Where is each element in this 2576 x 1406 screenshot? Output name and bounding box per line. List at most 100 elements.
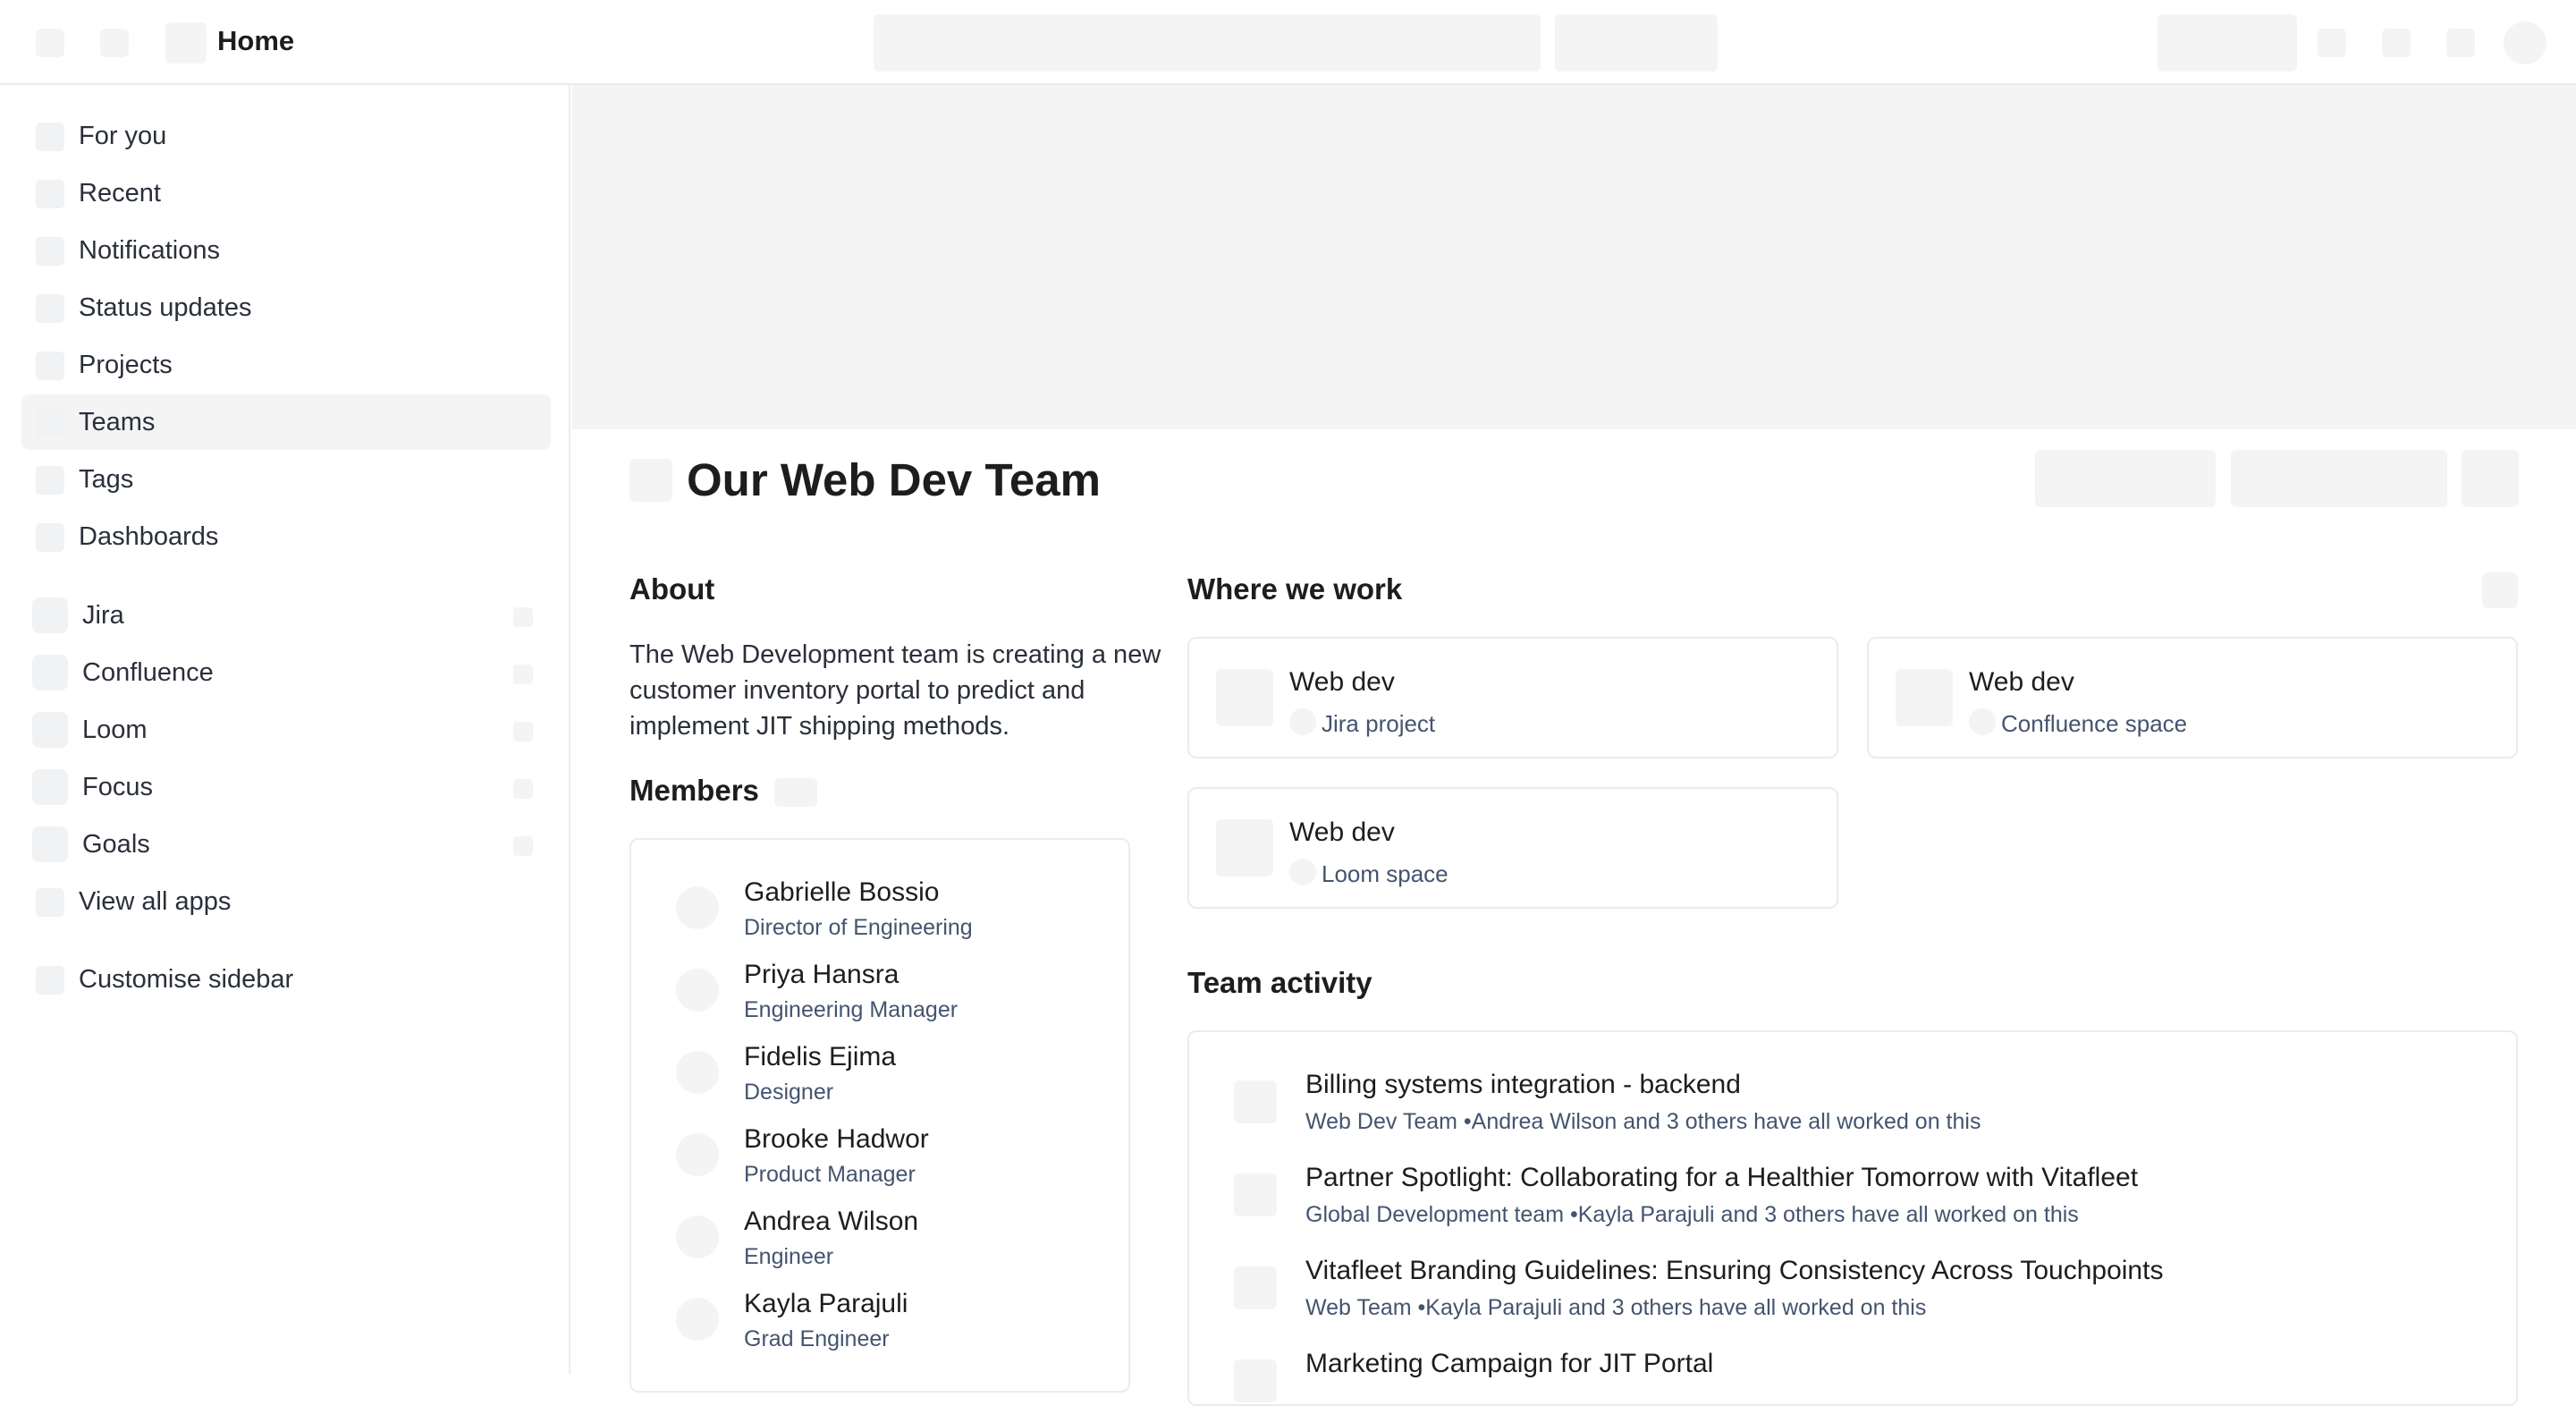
teams-icon bbox=[36, 409, 64, 437]
confluence-space-icon bbox=[1896, 669, 1953, 726]
sidebar-item-label: Recent bbox=[79, 179, 161, 208]
sidebar-item-label: Projects bbox=[79, 351, 173, 379]
sidebar: For you Recent Notifications Status upda… bbox=[0, 85, 570, 1374]
member-item[interactable]: Fidelis Ejima Designer bbox=[676, 1042, 1105, 1122]
where-we-work-card-confluence[interactable]: Web dev Confluence space bbox=[1867, 637, 2518, 758]
confluence-icon bbox=[32, 655, 68, 690]
sidebar-app-jira[interactable]: Jira bbox=[21, 588, 551, 643]
sidebar-item-status-updates[interactable]: Status updates bbox=[21, 280, 551, 335]
member-role: Grad Engineer bbox=[744, 1326, 890, 1351]
activity-item[interactable]: Partner Spotlight: Collaborating for a H… bbox=[1234, 1163, 2486, 1252]
card-subtitle: Confluence space bbox=[2001, 710, 2188, 737]
more-icon[interactable] bbox=[513, 836, 533, 856]
activity-item[interactable]: Vitafleet Branding Guidelines: Ensuring … bbox=[1234, 1256, 2486, 1345]
follow-button[interactable] bbox=[2035, 450, 2216, 507]
member-role: Engineer bbox=[744, 1244, 834, 1269]
more-icon[interactable] bbox=[513, 607, 533, 627]
jira-icon bbox=[32, 597, 68, 633]
where-we-work-card-loom[interactable]: Web dev Loom space bbox=[1187, 787, 1838, 909]
member-item[interactable]: Priya Hansra Engineering Manager bbox=[676, 960, 1105, 1040]
sidebar-app-goals[interactable]: Goals bbox=[21, 817, 551, 872]
avatar bbox=[676, 1215, 719, 1258]
status-icon bbox=[36, 294, 64, 323]
member-item[interactable]: Kayla Parajuli Grad Engineer bbox=[676, 1289, 1105, 1369]
add-link-icon[interactable] bbox=[2482, 572, 2518, 608]
sidebar-app-label: Focus bbox=[82, 773, 153, 801]
focus-icon bbox=[32, 769, 68, 805]
more-actions-button[interactable] bbox=[2462, 450, 2519, 507]
sidebar-item-label: Tags bbox=[79, 465, 134, 494]
confluence-icon bbox=[1969, 708, 1996, 735]
where-we-work-card-jira[interactable]: Web dev Jira project bbox=[1187, 637, 1838, 758]
main-content: Our Web Dev Team About The Web Developme… bbox=[572, 85, 2576, 1406]
activity-title: Partner Spotlight: Collaborating for a H… bbox=[1305, 1163, 2139, 1192]
activity-title: Billing systems integration - backend bbox=[1305, 1070, 1741, 1099]
about-heading: About bbox=[629, 572, 715, 606]
loom-icon bbox=[1289, 859, 1316, 885]
app-title[interactable]: Home bbox=[217, 25, 294, 57]
avatar bbox=[676, 1298, 719, 1341]
profile-avatar[interactable] bbox=[2504, 21, 2546, 64]
notifications-icon[interactable] bbox=[2318, 29, 2346, 57]
avatar bbox=[676, 1051, 719, 1094]
sidebar-item-projects[interactable]: Projects bbox=[21, 337, 551, 393]
sidebar-item-dashboards[interactable]: Dashboards bbox=[21, 509, 551, 564]
goals-icon bbox=[32, 826, 68, 862]
activity-type-icon bbox=[1234, 1080, 1277, 1123]
card-title: Web dev bbox=[1289, 817, 1395, 847]
sidebar-app-confluence[interactable]: Confluence bbox=[21, 645, 551, 700]
sidebar-item-label: Notifications bbox=[79, 236, 220, 265]
avatar bbox=[676, 1133, 719, 1176]
where-we-work-heading: Where we work bbox=[1187, 572, 1403, 606]
member-name: Brooke Hadwor bbox=[744, 1124, 929, 1154]
app-switcher-icon[interactable] bbox=[36, 29, 64, 57]
jira-icon bbox=[1289, 708, 1316, 735]
sidebar-item-for-you[interactable]: For you bbox=[21, 108, 551, 164]
sidebar-item-tags[interactable]: Tags bbox=[21, 452, 551, 507]
member-item[interactable]: Brooke Hadwor Product Manager bbox=[676, 1124, 1105, 1205]
add-people-button[interactable] bbox=[2231, 450, 2447, 507]
card-subtitle: Loom space bbox=[1322, 860, 1448, 887]
bell-icon bbox=[36, 237, 64, 266]
sidebar-app-label: Confluence bbox=[82, 658, 214, 687]
upgrade-button[interactable] bbox=[2158, 14, 2297, 72]
member-role: Director of Engineering bbox=[744, 915, 973, 940]
for-you-icon bbox=[36, 123, 64, 151]
help-icon[interactable] bbox=[2382, 29, 2411, 57]
jira-project-icon bbox=[1216, 669, 1273, 726]
loom-space-icon bbox=[1216, 819, 1273, 877]
sidebar-item-notifications[interactable]: Notifications bbox=[21, 223, 551, 278]
member-role: Engineering Manager bbox=[744, 997, 959, 1022]
more-icon[interactable] bbox=[513, 779, 533, 799]
member-name: Gabrielle Bossio bbox=[744, 877, 940, 907]
sidebar-view-all-apps[interactable]: View all apps bbox=[21, 874, 551, 929]
sidebar-item-teams[interactable]: Teams bbox=[21, 394, 551, 450]
member-item[interactable]: Andrea Wilson Engineer bbox=[676, 1207, 1105, 1287]
sidebar-toggle-icon[interactable] bbox=[100, 29, 129, 57]
sidebar-app-label: Loom bbox=[82, 716, 148, 744]
more-icon[interactable] bbox=[513, 665, 533, 684]
sidebar-app-loom[interactable]: Loom bbox=[21, 702, 551, 758]
search-input[interactable] bbox=[874, 14, 1541, 72]
activity-title: Marketing Campaign for JIT Portal bbox=[1305, 1349, 1714, 1378]
members-heading: Members bbox=[629, 774, 759, 807]
activity-item[interactable]: Billing systems integration - backend We… bbox=[1234, 1070, 2486, 1159]
sidebar-customise[interactable]: Customise sidebar bbox=[21, 952, 551, 1007]
sidebar-item-label: Teams bbox=[79, 408, 156, 436]
more-icon[interactable] bbox=[513, 722, 533, 741]
sidebar-item-label: Dashboards bbox=[79, 522, 219, 551]
sidebar-item-label: Customise sidebar bbox=[79, 965, 294, 994]
about-description: The Web Development team is creating a n… bbox=[629, 640, 1161, 741]
sidebar-app-focus[interactable]: Focus bbox=[21, 759, 551, 815]
team-avatar bbox=[629, 459, 672, 502]
members-list: Gabrielle Bossio Director of Engineering… bbox=[629, 838, 1130, 1393]
sidebar-item-recent[interactable]: Recent bbox=[21, 165, 551, 221]
customise-icon bbox=[36, 966, 64, 995]
projects-icon bbox=[36, 352, 64, 380]
activity-item[interactable]: Marketing Campaign for JIT Portal bbox=[1234, 1349, 2486, 1404]
member-item[interactable]: Gabrielle Bossio Director of Engineering bbox=[676, 877, 1105, 958]
settings-icon[interactable] bbox=[2446, 29, 2475, 57]
sidebar-item-label: Status updates bbox=[79, 293, 252, 322]
create-button[interactable] bbox=[1555, 14, 1718, 72]
home-logo-icon[interactable] bbox=[165, 22, 207, 64]
